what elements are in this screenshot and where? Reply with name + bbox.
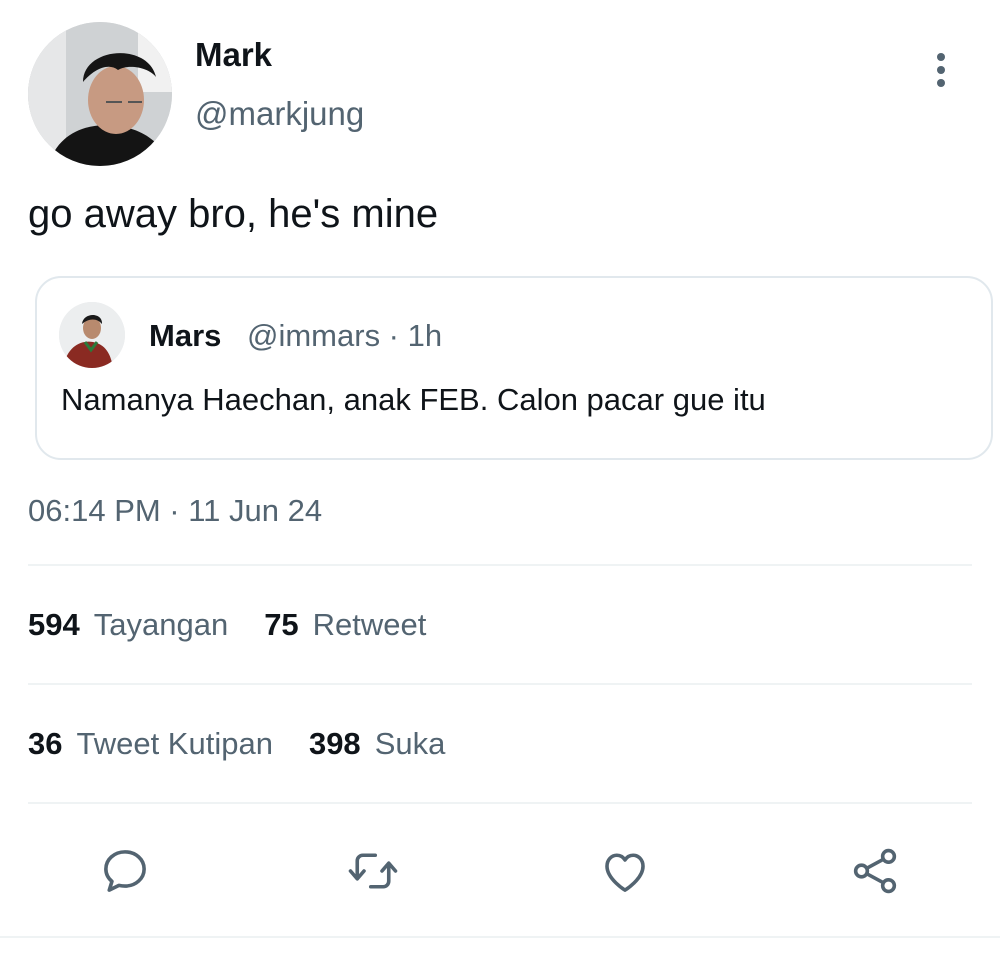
more-vertical-icon-dot bbox=[937, 79, 945, 87]
quoted-tweet-text: Namanya Haechan, anak FEB. Calon pacar g… bbox=[61, 382, 766, 417]
share-icon bbox=[853, 848, 897, 894]
like-button[interactable] bbox=[595, 838, 655, 904]
more-options-button[interactable] bbox=[925, 48, 957, 92]
quotes-count: 36 bbox=[28, 726, 63, 761]
quoted-avatar-image bbox=[59, 302, 125, 368]
likes-count: 398 bbox=[308, 726, 361, 761]
likes-label: Suka bbox=[374, 726, 446, 761]
quoted-handle-time: @immars · 1h bbox=[247, 318, 443, 353]
retweet-button[interactable] bbox=[343, 838, 403, 904]
reply-button[interactable] bbox=[95, 838, 155, 904]
heart-icon bbox=[605, 853, 645, 892]
reply-icon bbox=[104, 850, 146, 892]
more-vertical-icon-dot bbox=[937, 66, 945, 74]
author-handle[interactable]: @markjung bbox=[195, 95, 364, 133]
stats-row-1: 594 Tayangan 75 Retweet bbox=[28, 607, 462, 643]
tweet-detail: Mark @markjung go away bro, he's mine Ma… bbox=[0, 0, 1000, 955]
quotes-stat[interactable]: 36 Tweet Kutipan bbox=[28, 726, 273, 762]
retweets-label: Retweet bbox=[312, 607, 427, 642]
quoted-author-avatar[interactable] bbox=[59, 302, 125, 368]
author-avatar-image bbox=[28, 22, 172, 166]
tweet-actions-bar bbox=[0, 838, 1000, 908]
quoted-display-name[interactable]: Mars bbox=[149, 318, 221, 354]
divider bbox=[28, 683, 972, 685]
quotes-label: Tweet Kutipan bbox=[76, 726, 273, 761]
bottom-divider bbox=[0, 936, 1000, 938]
quoted-tweet-card[interactable]: Mars @immars · 1h Namanya Haechan, anak … bbox=[35, 276, 993, 460]
divider bbox=[28, 564, 972, 566]
views-stat[interactable]: 594 Tayangan bbox=[28, 607, 228, 643]
stats-row-2: 36 Tweet Kutipan 398 Suka bbox=[28, 726, 481, 762]
likes-stat[interactable]: 398 Suka bbox=[309, 726, 445, 762]
views-count: 594 bbox=[28, 607, 80, 642]
author-display-name[interactable]: Mark bbox=[195, 36, 272, 74]
retweets-stat[interactable]: 75 Retweet bbox=[264, 607, 426, 643]
tweet-text: go away bro, he's mine bbox=[28, 192, 439, 236]
divider bbox=[28, 802, 972, 804]
tweet-timestamp[interactable]: 06:14 PM · 11 Jun 24 bbox=[28, 493, 322, 529]
share-button[interactable] bbox=[845, 838, 905, 904]
retweet-icon bbox=[348, 853, 398, 889]
retweets-count: 75 bbox=[264, 607, 299, 642]
views-label: Tayangan bbox=[93, 607, 229, 642]
more-vertical-icon bbox=[937, 53, 945, 61]
author-avatar[interactable] bbox=[28, 22, 172, 166]
